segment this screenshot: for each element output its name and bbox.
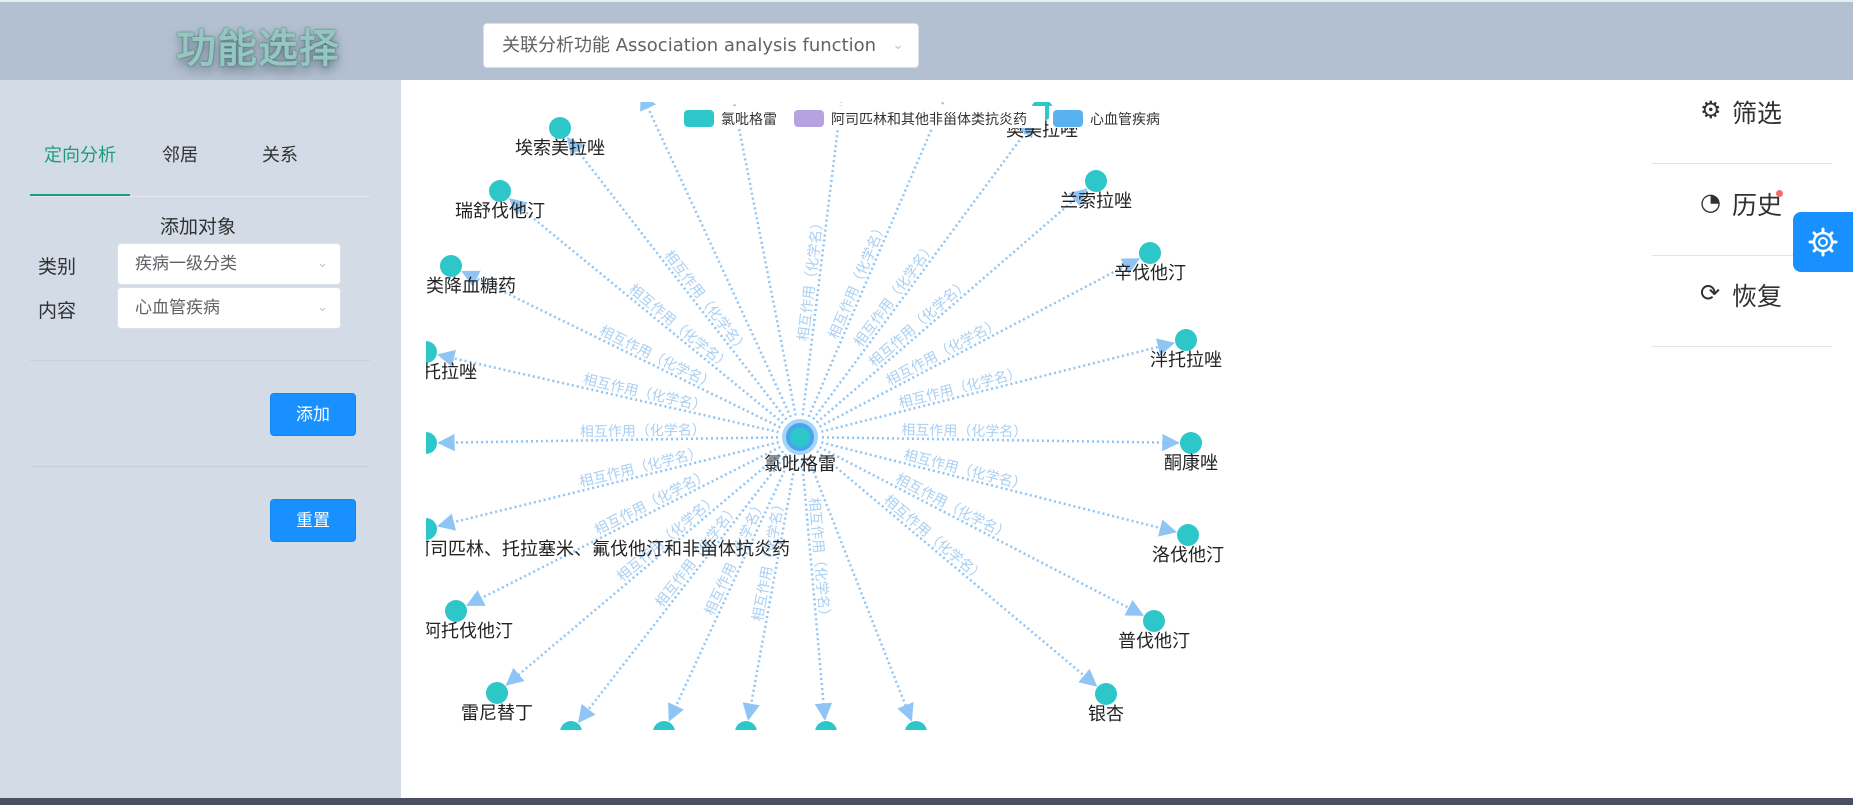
restore-label: 恢复: [1732, 282, 1783, 311]
chevron-down-icon: ⌄: [317, 256, 328, 271]
function-select[interactable]: 关联分析功能 Association analysis function ⌄: [483, 23, 919, 68]
settings-gear-icon: [1808, 227, 1838, 257]
filter-button[interactable]: ⚙ 筛选: [1652, 72, 1832, 164]
content-label: 内容: [38, 300, 77, 322]
add-button[interactable]: 添加: [270, 393, 356, 436]
center-node[interactable]: [786, 423, 814, 451]
notification-dot: [1776, 190, 1783, 197]
node-label: 阿司匹林、托拉塞米、氟伐他汀和非甾体抗炎药: [426, 539, 790, 560]
node-label: 阿托伐他汀: [426, 621, 513, 642]
content-select-value: 心血管疾病: [135, 298, 220, 318]
legend-swatch[interactable]: [1053, 110, 1083, 127]
graph-node[interactable]: [1139, 242, 1161, 264]
history-label: 历史: [1732, 191, 1783, 220]
graph-node[interactable]: [560, 721, 582, 730]
filter-label: 筛选: [1732, 99, 1783, 128]
tab-neighbors[interactable]: 邻居: [130, 138, 230, 196]
node-label: 类降血糖药: [426, 276, 516, 297]
left-sidebar: 定向分析 邻居 关系 添加对象 类别 疾病一级分类 ⌄ 内容 心血管疾病 ⌄ 添…: [0, 80, 401, 798]
node-label: 银杏: [1088, 704, 1124, 725]
node-label: 埃索美拉唑: [515, 138, 605, 159]
graph-legend: 氯吡格雷 阿司匹林和其他非甾体类抗炎药 心血管疾病: [680, 106, 1169, 128]
graph-node[interactable]: [653, 721, 675, 730]
tab-relations[interactable]: 关系: [230, 138, 330, 196]
node-label: 酮康唑: [1164, 453, 1218, 474]
divider: [30, 466, 370, 467]
refresh-icon: ⟳: [1700, 279, 1721, 307]
top-header: 功能选择 关联分析功能 Association analysis functio…: [0, 0, 1853, 80]
node-label: 辛伐他汀: [1114, 263, 1186, 284]
graph-edge[interactable]: [729, 102, 797, 416]
graph-node[interactable]: [1095, 683, 1117, 705]
graph-node[interactable]: [815, 721, 837, 730]
graph-node[interactable]: [1180, 432, 1202, 454]
graph-canvas[interactable]: 相互作用（化学名） 相互作用（化学名） 相互作用（化学名） 相互作用（化学名） 相互作用…: [426, 102, 1236, 730]
node-label: 洛伐他汀: [1152, 545, 1224, 566]
bottom-border: [0, 798, 1853, 805]
graph-node[interactable]: [1143, 610, 1165, 632]
node-label: 瑞舒伐他汀: [455, 201, 545, 222]
node-label: 泮托拉唑: [1150, 350, 1222, 371]
function-select-value: 关联分析功能 Association analysis function: [502, 35, 877, 56]
tabs: 定向分析 邻居 关系: [30, 138, 370, 197]
category-select-value: 疾病一级分类: [135, 254, 237, 274]
relation-graph[interactable]: 相互作用（化学名）相互作用（化学名）相互作用（化学名）相互作用（化学名）相互作用…: [426, 102, 1236, 730]
legend-label[interactable]: 阿司匹林和其他非甾体类抗炎药: [831, 112, 1027, 128]
graph-node[interactable]: [486, 682, 508, 704]
edge-label: 相互作用（化学名）: [796, 215, 827, 342]
chevron-down-icon: ⌄: [317, 300, 328, 315]
graph-node[interactable]: [426, 432, 437, 454]
graph-node[interactable]: [426, 341, 437, 363]
edge-label: 相互作用（化学名）: [805, 497, 832, 624]
reset-button[interactable]: 重置: [270, 499, 356, 542]
node-label: 普伐他汀: [1118, 631, 1190, 652]
clock-icon: ◔: [1700, 188, 1721, 216]
add-object-title: 添加对象: [160, 216, 237, 238]
node-label: 雷尼替丁: [461, 703, 533, 724]
graph-node[interactable]: [440, 255, 462, 277]
divider: [30, 360, 370, 361]
gear-icon: ⚙: [1700, 96, 1722, 124]
graph-node[interactable]: [1175, 329, 1197, 351]
graph-node[interactable]: [735, 721, 757, 730]
center-node-label: 氯吡格雷: [764, 454, 836, 475]
edge-label: 相互作用（化学名）: [901, 423, 1027, 441]
legend-swatch[interactable]: [794, 110, 824, 127]
graph-node[interactable]: [489, 180, 511, 202]
category-select[interactable]: 疾病一级分类 ⌄: [117, 243, 341, 285]
legend-label[interactable]: 氯吡格雷: [721, 112, 777, 128]
graph-node[interactable]: [426, 518, 437, 540]
app-title: 功能选择: [176, 26, 340, 72]
edge-label: 相互作用（化学名）: [580, 423, 706, 441]
tab-directed-analysis[interactable]: 定向分析: [30, 138, 130, 196]
graph-node[interactable]: [905, 721, 927, 730]
graph-node[interactable]: [1177, 524, 1199, 546]
chevron-down-icon: ⌄: [892, 37, 904, 53]
graph-node[interactable]: [1085, 170, 1107, 192]
legend-label[interactable]: 心血管疾病: [1090, 112, 1160, 128]
node-label: 兰索拉唑: [1060, 191, 1132, 212]
graph-node[interactable]: [445, 600, 467, 622]
settings-float-button[interactable]: [1793, 212, 1853, 272]
node-label: 泮托拉唑: [426, 362, 477, 383]
graph-node[interactable]: [549, 117, 571, 139]
content-select[interactable]: 心血管疾病 ⌄: [117, 287, 341, 329]
legend-swatch[interactable]: [684, 110, 714, 127]
category-label: 类别: [38, 256, 77, 278]
